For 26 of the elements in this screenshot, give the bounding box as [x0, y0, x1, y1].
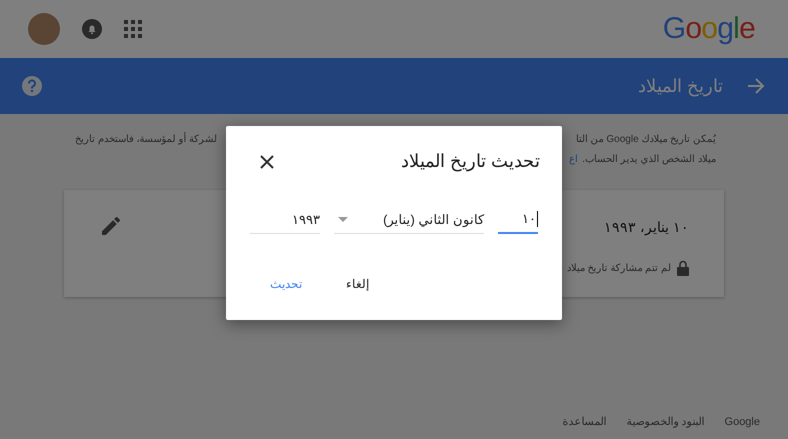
dropdown-caret-icon [338, 217, 348, 222]
day-field[interactable]: ١٠ [498, 206, 538, 234]
intro-text: لشركة أو لمؤسسة، فاستخدم تاريخ [75, 132, 218, 148]
sharing-note: لم تتم مشاركة تاريخ ميلاد [566, 262, 671, 276]
lock-icon [677, 260, 689, 276]
close-icon[interactable] [260, 154, 274, 168]
intro-text: ميلاد الشخص الذي يدير الحساب. اع [569, 153, 716, 167]
year-field[interactable]: ١٩٩٣ [250, 206, 320, 234]
learn-more-link[interactable]: اع [569, 154, 578, 165]
apps-grid-icon[interactable] [124, 20, 142, 38]
intro-text: يُمكن تاريخ ميلادك Google من التا [576, 133, 716, 147]
back-arrow-icon[interactable] [747, 78, 765, 94]
help-icon[interactable] [22, 76, 42, 96]
dialog-title: تحديث تاريخ الميلاد [400, 150, 540, 174]
page-title: تاريخ الميلاد [638, 74, 723, 98]
avatar[interactable] [28, 13, 60, 45]
footer-link[interactable]: Google [724, 414, 760, 430]
edit-pencil-icon[interactable] [102, 217, 120, 235]
update-button[interactable]: تحديث [262, 271, 310, 297]
birthday-date: ١٠ يناير، ١٩٩٣ [603, 218, 689, 238]
notification-bell-icon[interactable] [82, 19, 102, 39]
google-logo[interactable]: Google [662, 14, 755, 44]
cancel-button[interactable]: إلغاء [338, 271, 377, 297]
footer-link[interactable]: المساعدة [562, 414, 606, 430]
month-select[interactable]: كانون الثاني (يناير) [334, 206, 484, 234]
footer-link[interactable]: البنود والخصوصية [626, 414, 705, 430]
